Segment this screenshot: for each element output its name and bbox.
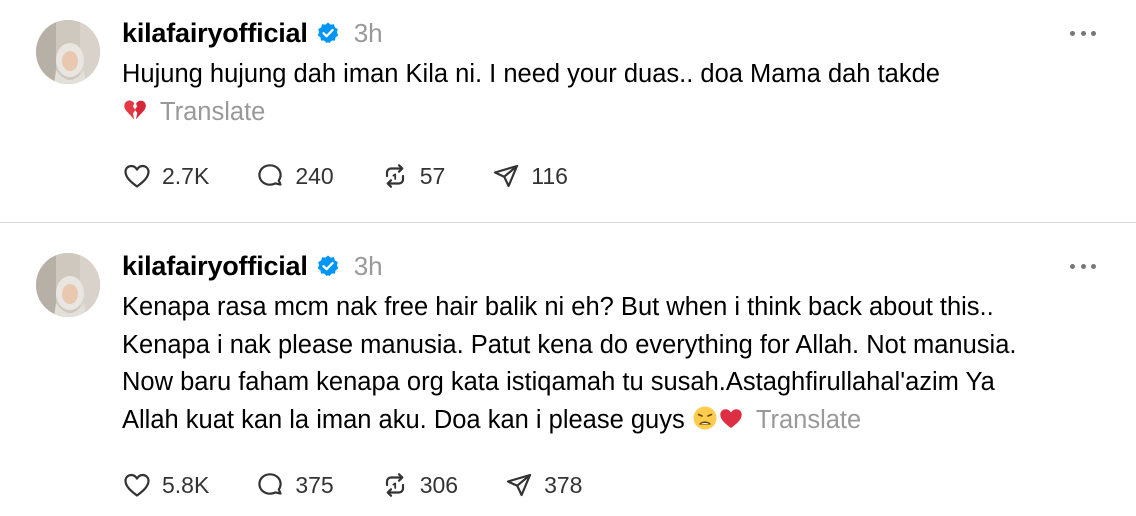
repost-button[interactable]: 306 xyxy=(380,470,458,500)
post-text-line: Kenapa rasa mcm nak free hair balik ni e… xyxy=(122,293,994,321)
post-text-line: Allah kuat kan la iman aku. Doa kan i pl… xyxy=(122,402,1112,443)
post: kilafairyofficial 3h Kenapa rasa mcm nak… xyxy=(0,223,1136,516)
red-heart-icon xyxy=(718,405,744,443)
repost-icon xyxy=(385,164,404,188)
post-text: Kenapa rasa mcm nak free hair balik ni e… xyxy=(122,289,1112,442)
post-text-line: Kenapa i nak please manusia. Patut kena … xyxy=(122,330,1017,359)
broken-heart-icon xyxy=(122,97,148,135)
like-count: 2.7K xyxy=(162,162,210,189)
post-text-line: Now baru faham kenapa org kata istiqamah… xyxy=(122,368,995,397)
thread-feed: kilafairyofficial 3h Hujung hujung dah i… xyxy=(0,0,1136,516)
post-timestamp: 3h xyxy=(353,17,383,48)
post-header: kilafairyofficial 3h xyxy=(122,18,383,48)
heart-icon xyxy=(124,473,150,497)
repost-icon xyxy=(385,473,404,497)
post-text: Hujung hujung dah iman Kila ni. I need y… xyxy=(122,56,1112,134)
post-text-line: Translate xyxy=(122,94,1112,135)
repost-button[interactable]: 57 xyxy=(380,161,446,191)
like-count: 5.8K xyxy=(162,471,210,498)
translate-link[interactable]: Translate xyxy=(756,406,861,434)
more-options-icon[interactable] xyxy=(1070,262,1096,270)
avatar[interactable] xyxy=(36,20,100,84)
share-button[interactable]: 116 xyxy=(491,161,568,191)
comment-icon xyxy=(258,473,283,495)
repost-count: 57 xyxy=(419,162,446,189)
reply-count: 240 xyxy=(295,162,334,189)
more-options-icon[interactable] xyxy=(1070,29,1096,37)
share-button[interactable]: 378 xyxy=(504,470,582,500)
like-button[interactable]: 5.8K xyxy=(122,470,209,500)
username[interactable]: kilafairyofficial xyxy=(122,18,308,49)
verified-badge-icon xyxy=(316,254,340,278)
comment-icon xyxy=(258,164,283,186)
send-icon xyxy=(494,164,519,188)
translate-link[interactable]: Translate xyxy=(160,98,265,126)
post-header: kilafairyofficial 3h xyxy=(122,251,383,281)
reply-count: 375 xyxy=(295,471,334,498)
like-button[interactable]: 2.7K xyxy=(122,161,209,191)
post-timestamp: 3h xyxy=(353,250,383,281)
post-text-line: Hujung hujung dah iman Kila ni. I need y… xyxy=(122,60,940,88)
repost-count: 306 xyxy=(419,471,459,498)
share-count: 378 xyxy=(544,471,583,498)
share-count: 116 xyxy=(531,162,568,189)
post-actions: 5.8K 375 306 378 xyxy=(122,468,628,502)
verified-badge-icon xyxy=(316,21,340,45)
post: kilafairyofficial 3h Hujung hujung dah i… xyxy=(0,0,1136,222)
weary-face-icon xyxy=(692,405,718,443)
post-actions: 2.7K 240 57 116 xyxy=(122,159,614,193)
send-icon xyxy=(506,473,532,497)
reply-button[interactable]: 240 xyxy=(255,161,334,191)
username[interactable]: kilafairyofficial xyxy=(122,251,308,282)
heart-icon xyxy=(124,164,150,188)
post-text-line-end: Allah kuat kan la iman aku. Doa kan i pl… xyxy=(122,405,685,434)
avatar[interactable] xyxy=(36,253,100,317)
reply-button[interactable]: 375 xyxy=(255,470,334,500)
